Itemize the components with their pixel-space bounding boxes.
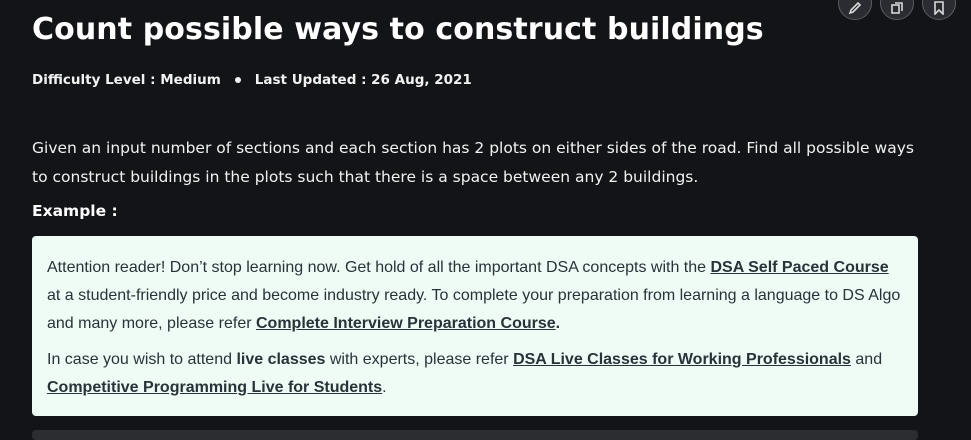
article-meta: Difficulty Level : Medium Last Updated :…	[32, 72, 472, 88]
example-heading: Example :	[32, 202, 118, 220]
separator-dot	[234, 77, 241, 83]
problem-description: Given an input number of sections and ea…	[32, 139, 914, 186]
live-classes-text: live classes	[236, 351, 326, 368]
last-updated: Last Updated : 26 Aug, 2021	[254, 72, 472, 88]
notice-text: In case you wish to attend	[47, 351, 237, 368]
attention-notice-box: Attention reader! Don’t stop learning no…	[32, 236, 918, 416]
notice-paragraph-1: Attention reader! Don’t stop learning no…	[47, 254, 904, 338]
article-toolbar	[838, 0, 956, 20]
notice-text: .	[555, 315, 561, 332]
competitive-programming-live-link[interactable]: Competitive Programming Live for Student…	[47, 379, 382, 396]
notice-paragraph-2: In case you wish to attend live classes …	[47, 346, 904, 402]
copy-icon[interactable]	[880, 0, 914, 20]
dsa-self-paced-course-link[interactable]: DSA Self Paced Course	[711, 259, 889, 276]
notice-text: .	[382, 379, 387, 396]
bookmark-icon[interactable]	[922, 0, 956, 20]
pencil-icon[interactable]	[838, 0, 872, 20]
notice-text: Attention reader! Don’t stop learning no…	[47, 259, 711, 276]
complete-interview-preparation-link[interactable]: Complete Interview Preparation Course	[256, 315, 556, 332]
code-block-top-edge	[32, 430, 918, 440]
notice-text: with experts, please refer	[325, 351, 514, 368]
notice-text: and	[850, 351, 883, 368]
difficulty-level: Difficulty Level : Medium	[32, 72, 221, 88]
page-title: Count possible ways to construct buildin…	[32, 12, 764, 47]
dsa-live-classes-link[interactable]: DSA Live Classes for Working Professiona…	[513, 351, 851, 368]
